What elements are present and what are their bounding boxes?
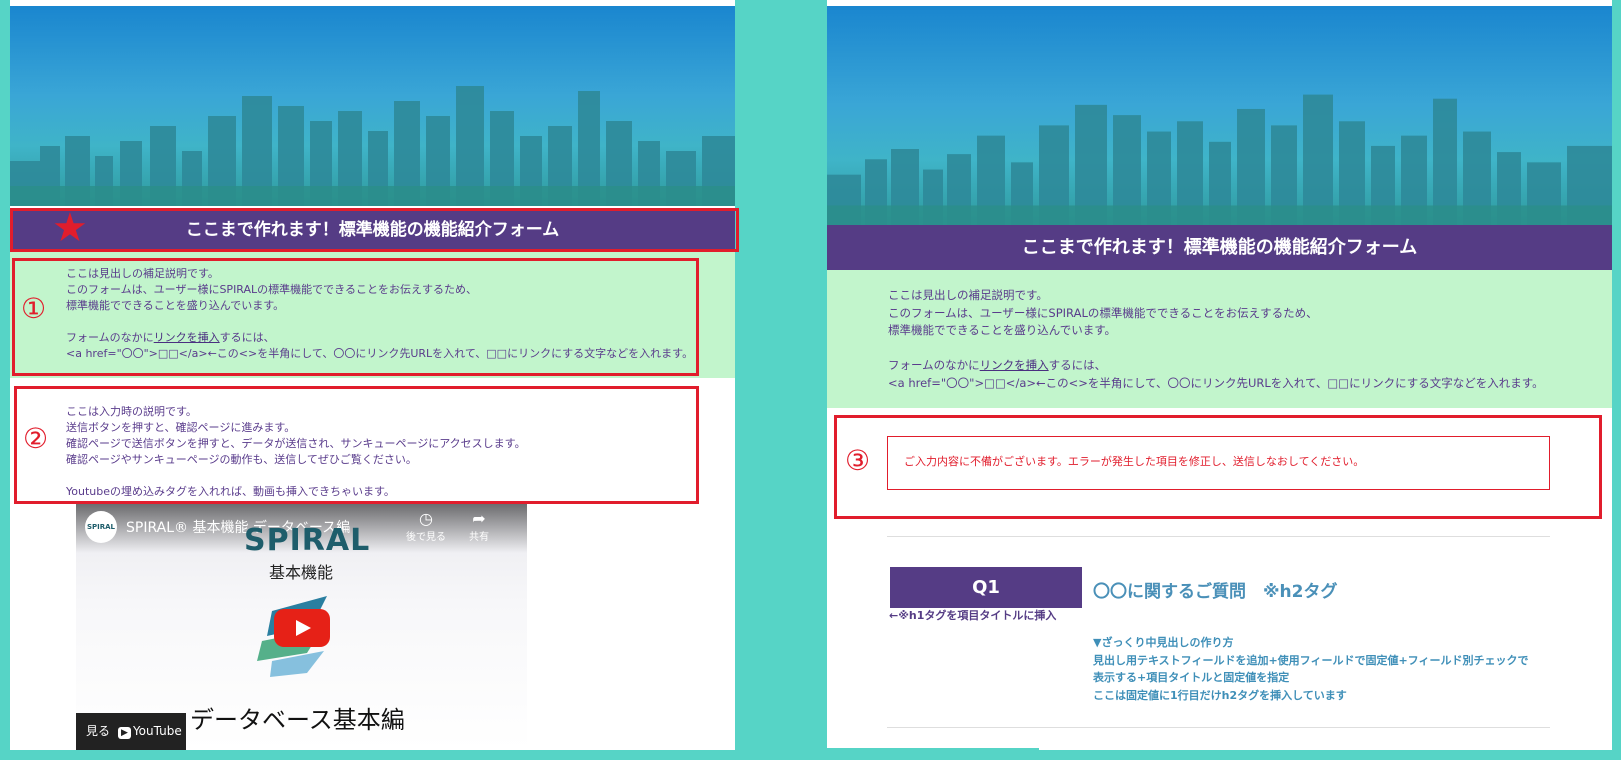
skyline-banner — [10, 6, 735, 206]
guide-line: ▼ざっくり中見出しの作り方 — [1093, 636, 1234, 649]
annotation-box-3 — [834, 415, 1602, 519]
description-line: ここは見出しの補足説明です。 — [888, 288, 1048, 302]
watch-on-youtube-button[interactable]: 見る ▶ YouTube — [76, 713, 186, 750]
youtube-play-icon[interactable] — [274, 609, 330, 647]
watch-later-button[interactable]: ◷ 後で見る — [401, 509, 451, 543]
description-link-line: フォームのなかにリンクを挿入するには、 — [888, 358, 1107, 372]
annotation-marker-2: ② — [23, 422, 49, 455]
video-caption: データベース基本編 — [190, 706, 405, 734]
insert-link[interactable]: リンクを挿入 — [980, 358, 1049, 372]
heading-guide: ▼ざっくり中見出しの作り方 見出し用テキストフィールドを追加+使用フィールドで固… — [1093, 634, 1528, 704]
annotation-marker-1: ① — [21, 292, 47, 325]
skyline-image — [827, 94, 1612, 226]
question-label: Q1 — [890, 567, 1082, 608]
star-icon: ★ — [52, 205, 88, 251]
youtube-logo-icon: ▶ — [118, 727, 131, 739]
divider — [887, 536, 1550, 537]
skyline-banner — [827, 6, 1612, 226]
share-button[interactable]: ➦ 共有 — [454, 509, 504, 543]
guide-line: 表示する+項目タイトルと固定値を指定 — [1093, 671, 1290, 684]
annotation-box-1 — [12, 258, 699, 376]
video-subtitle: 基本機能 — [269, 563, 334, 582]
clock-icon: ◷ — [419, 509, 433, 528]
share-arrow-icon: ➦ — [472, 509, 486, 528]
annotation-box-title — [10, 208, 739, 252]
form-title-bar: ここまで作れます！標準機能の機能紹介フォーム — [827, 225, 1612, 270]
youtube-embed[interactable]: SPIRAL SPIRAL® 基本機能 データベース編 ◷ 後で見る ➦ 共有 … — [76, 503, 527, 750]
spiral-logo: SPIRAL — [244, 523, 371, 558]
guide-line: ここは固定値に1行目だけh2タグを挿入しています — [1093, 688, 1347, 702]
channel-avatar[interactable]: SPIRAL — [85, 511, 117, 543]
skyline-image — [10, 86, 735, 206]
annotation-marker-3: ③ — [845, 444, 871, 477]
description-line: 標準機能でできることを盛り込んでいます。 — [888, 323, 1117, 337]
form-description: ここは見出しの補足説明です。 このフォームは、ユーザー様にSPIRALの標準機能… — [827, 270, 1612, 408]
bottom-accent-line — [827, 748, 1039, 750]
description-line: このフォームは、ユーザー様にSPIRALの標準機能でできることをお伝えするため、 — [888, 305, 1318, 320]
guide-line: 見出し用テキストフィールドを追加+使用フィールドで固定値+フィールド別チェックで — [1093, 653, 1529, 667]
divider — [887, 727, 1550, 728]
annotation-box-2 — [14, 386, 699, 504]
description-line: <a href="〇〇">□□</a>←この<>を半角にして、〇〇にリンク先UR… — [888, 375, 1544, 390]
form-title: ここまで作れます！標準機能の機能紹介フォーム — [1021, 237, 1418, 258]
right-form-preview: ここまで作れます！標準機能の機能紹介フォーム ここは見出しの補足説明です。 この… — [827, 0, 1612, 750]
question-title: 〇〇に関するご質問 ※h2タグ — [1093, 582, 1338, 602]
question-label-note: ←※h1タグを項目タイトルに挿入 — [889, 609, 1057, 622]
